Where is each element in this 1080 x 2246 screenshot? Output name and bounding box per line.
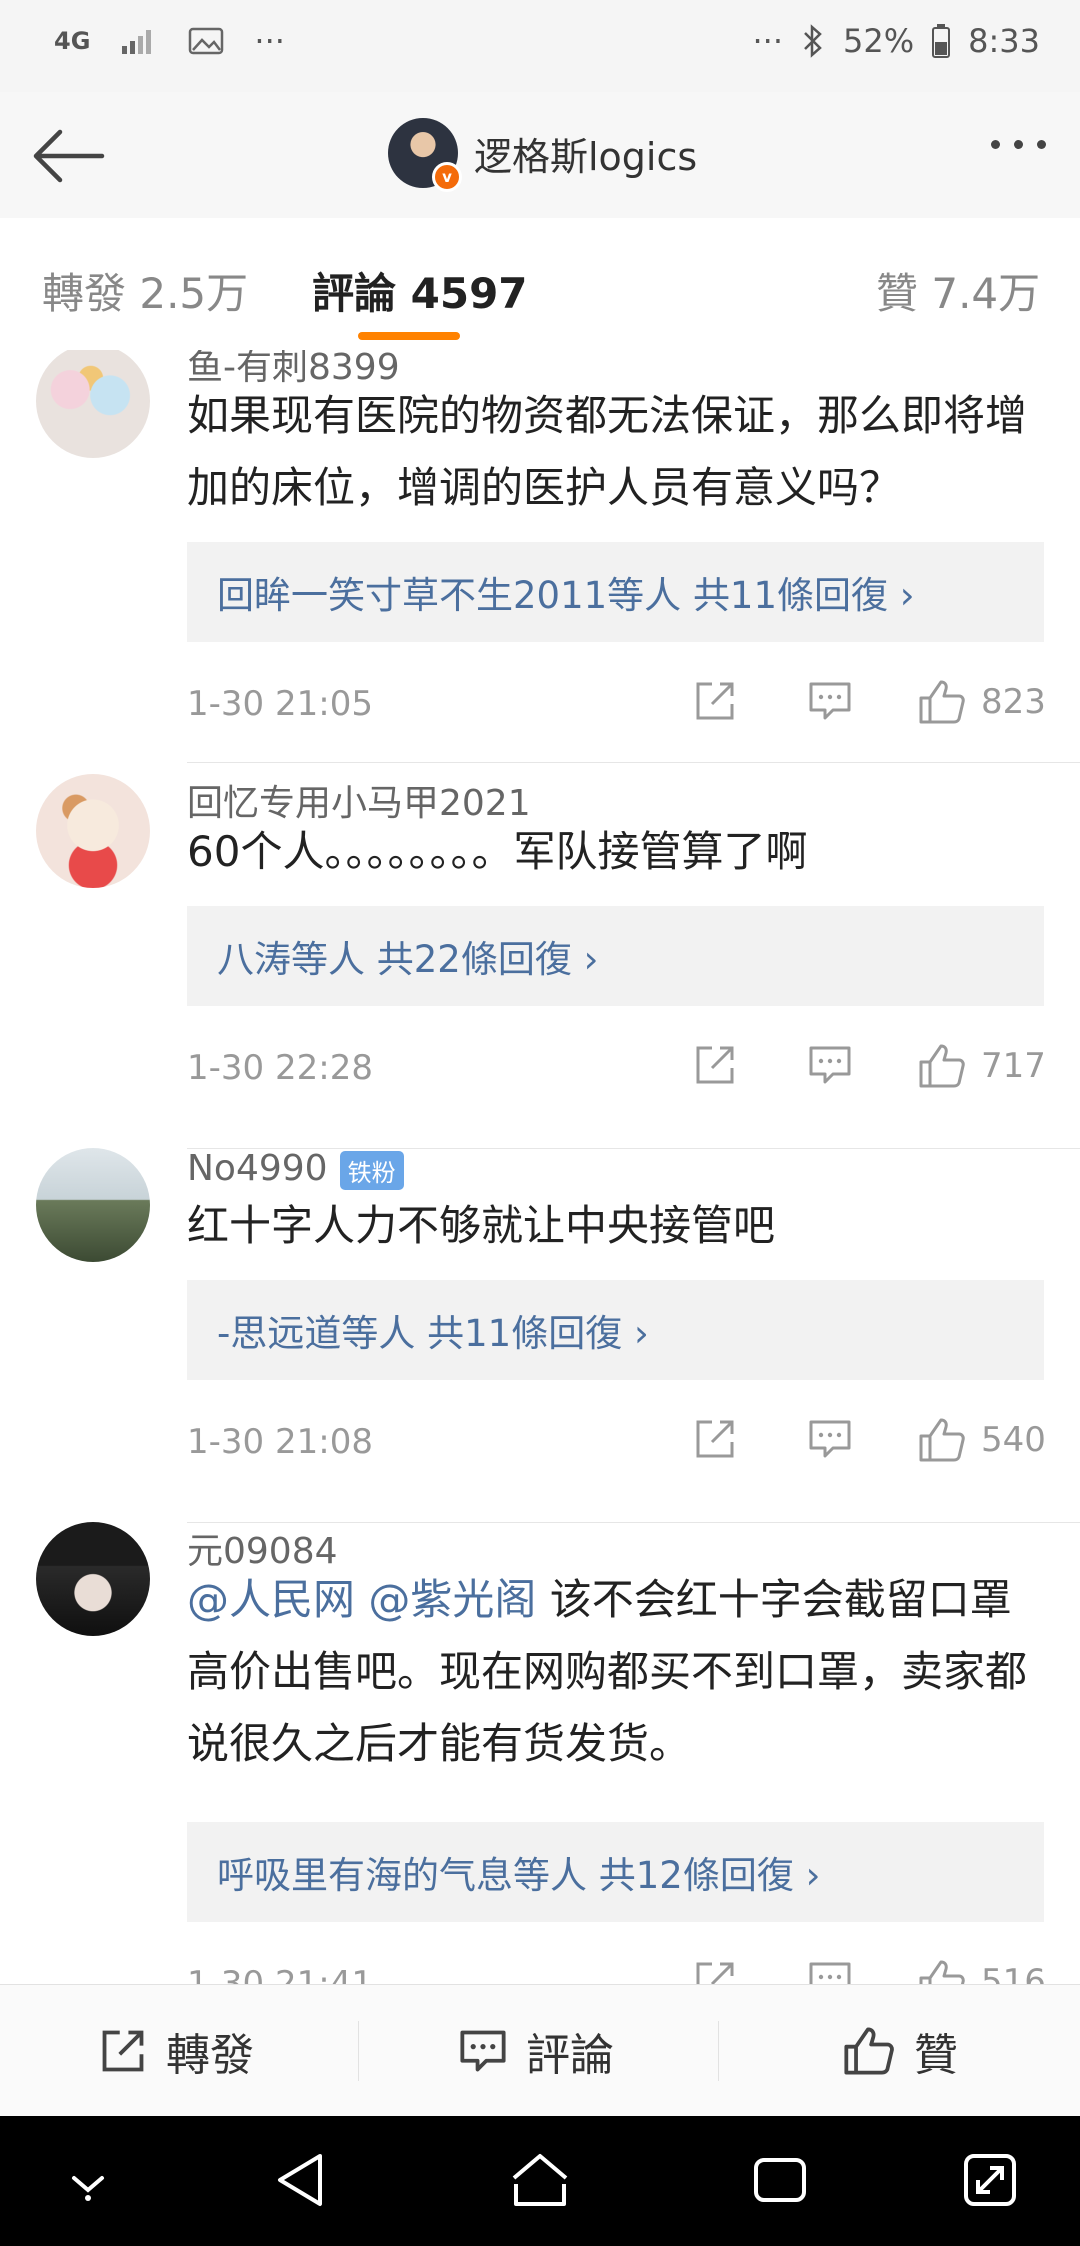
comment-text-block: @人民网 @紫光阁 该不会红十字会截留口罩高价出售吧。现在网购都买不到口罩，卖家… bbox=[187, 1564, 1047, 1780]
more-options-icon[interactable] bbox=[991, 140, 1046, 149]
tab-comments[interactable]: 評論 4597 bbox=[312, 260, 528, 321]
share-icon[interactable] bbox=[692, 678, 738, 724]
status-more-right: ··· bbox=[752, 22, 784, 60]
profile-avatar[interactable]: v bbox=[388, 118, 462, 192]
network-4g-icon: 4G bbox=[54, 27, 91, 55]
commenter-name[interactable]: No4990 bbox=[187, 1148, 328, 1189]
comment-icon bbox=[460, 2030, 506, 2072]
profile-username[interactable]: 逻格斯logics bbox=[474, 126, 697, 181]
commenter-avatar[interactable] bbox=[36, 774, 150, 888]
active-tab-indicator bbox=[358, 332, 460, 340]
thumbs-up-icon bbox=[919, 680, 965, 724]
home-nav-icon[interactable] bbox=[508, 2150, 572, 2214]
status-bar: 4G ··· ··· 52% 8:33 bbox=[0, 0, 1080, 92]
share-icon[interactable] bbox=[692, 1958, 738, 1984]
comment-meta: 1-30 22:28 717 bbox=[187, 1042, 1046, 1098]
like-button[interactable]: 516 bbox=[917, 1958, 1046, 1984]
like-button[interactable]: 540 bbox=[917, 1416, 1046, 1464]
verified-badge-icon: v bbox=[432, 162, 462, 192]
like-button[interactable]: 717 bbox=[917, 1042, 1046, 1090]
comment-time: 1-30 21:05 bbox=[187, 684, 373, 724]
comment-text: 如果现有医院的物资都无法保证，那么即将增加的床位，增调的医护人员有意义吗？ bbox=[187, 391, 1028, 512]
commenter-avatar[interactable] bbox=[36, 350, 150, 458]
bluetooth-icon bbox=[801, 24, 825, 58]
fan-badge: 铁粉 bbox=[339, 1150, 404, 1190]
commenter-name-row[interactable]: No4990 铁粉 bbox=[187, 1148, 404, 1190]
commenter-avatar[interactable] bbox=[36, 1522, 150, 1636]
thumbs-up-icon bbox=[844, 2027, 894, 2075]
comment-text: 红十字人力不够就让中央接管吧 bbox=[187, 1201, 776, 1250]
replies-names: 八涛等人 bbox=[217, 938, 365, 981]
bottom-action-bar: 轉發 評論 贊 bbox=[0, 1984, 1080, 2117]
battery-percent: 52% bbox=[843, 22, 915, 60]
back-button[interactable] bbox=[28, 116, 108, 196]
like-label: 贊 bbox=[914, 2030, 958, 2081]
like-count: 823 bbox=[981, 682, 1046, 722]
divider bbox=[358, 2021, 359, 2081]
profile-header[interactable]: v 逻格斯logics bbox=[388, 118, 697, 192]
collapse-nav-icon[interactable] bbox=[64, 2164, 112, 2208]
replies-names: 呼吸里有海的气息等人 bbox=[217, 1854, 587, 1897]
comment-list[interactable]: 鱼-有刺8399 如果现有医院的物资都无法保证，那么即将增加的床位，增调的医护人… bbox=[0, 350, 1080, 1984]
mention-link[interactable]: @紫光阁 bbox=[368, 1575, 536, 1624]
thumbs-up-icon bbox=[919, 1418, 965, 1462]
comment-button[interactable]: 評論 bbox=[458, 1985, 614, 2117]
replies-count: 共11條回復 › bbox=[692, 574, 915, 617]
divider bbox=[187, 762, 1080, 763]
repost-button[interactable]: 轉發 bbox=[98, 1985, 254, 2117]
comment-meta: 1-30 21:05 823 bbox=[187, 678, 1046, 734]
image-icon bbox=[188, 26, 224, 56]
comment-time: 1-30 22:28 bbox=[187, 1048, 373, 1088]
battery-icon bbox=[932, 24, 951, 58]
like-post-button[interactable]: 贊 bbox=[842, 1985, 958, 2117]
comment-label: 評論 bbox=[526, 2030, 614, 2081]
comment-meta: 1-30 21:41 516 bbox=[187, 1958, 1046, 1984]
recents-nav-icon[interactable] bbox=[750, 2150, 810, 2214]
share-icon[interactable] bbox=[692, 1042, 738, 1088]
tab-bar: 轉發 2.5万 評論 4597 贊 7.4万 bbox=[0, 218, 1080, 351]
mention-link[interactable]: @人民网 bbox=[187, 1575, 355, 1624]
reply-icon[interactable] bbox=[807, 1416, 853, 1462]
like-count: 516 bbox=[981, 1962, 1046, 1984]
replies-preview[interactable]: 回眸一笑寸草不生2011等人 共11條回復 › bbox=[187, 542, 1044, 642]
status-more-left: ··· bbox=[254, 22, 285, 60]
like-count: 717 bbox=[981, 1046, 1046, 1086]
repost-label: 轉發 bbox=[166, 2030, 254, 2081]
share-icon[interactable] bbox=[692, 1416, 738, 1462]
divider bbox=[718, 2021, 719, 2081]
reply-icon[interactable] bbox=[807, 1958, 853, 1984]
system-navigation-bar bbox=[0, 2116, 1080, 2246]
repost-icon bbox=[102, 2030, 144, 2072]
reply-icon[interactable] bbox=[807, 678, 853, 724]
tab-likes[interactable]: 贊 7.4万 bbox=[876, 260, 1040, 321]
replies-count: 共11條回復 › bbox=[427, 1312, 649, 1355]
commenter-avatar[interactable] bbox=[36, 1148, 150, 1262]
signal-icon bbox=[120, 26, 158, 56]
replies-count: 共22條回復 › bbox=[376, 938, 599, 981]
comment-text: 60个人。。。。。。。。军队接管算了啊 bbox=[187, 827, 808, 876]
replies-names: -思远道等人 bbox=[217, 1312, 416, 1355]
replies-count: 共12條回復 › bbox=[598, 1854, 821, 1897]
back-arrow-icon bbox=[33, 129, 105, 183]
back-nav-icon[interactable] bbox=[272, 2150, 328, 2214]
comment-meta: 1-30 21:08 540 bbox=[187, 1416, 1046, 1472]
replies-preview[interactable]: 八涛等人 共22條回復 › bbox=[187, 906, 1044, 1006]
reply-icon[interactable] bbox=[807, 1042, 853, 1088]
like-button[interactable]: 823 bbox=[917, 678, 1046, 726]
comment-time: 1-30 21:08 bbox=[187, 1422, 373, 1462]
comment-time: 1-30 21:41 bbox=[187, 1964, 373, 1984]
replies-preview[interactable]: 呼吸里有海的气息等人 共12條回復 › bbox=[187, 1822, 1044, 1922]
thumbs-up-icon bbox=[919, 1044, 965, 1088]
expand-nav-icon[interactable] bbox=[960, 2150, 1020, 2214]
tab-repost[interactable]: 轉發 2.5万 bbox=[42, 260, 248, 321]
thumbs-up-icon bbox=[919, 1960, 965, 1984]
top-nav-bar: v 逻格斯logics bbox=[0, 92, 1080, 219]
replies-preview[interactable]: -思远道等人 共11條回復 › bbox=[187, 1280, 1044, 1380]
like-count: 540 bbox=[981, 1420, 1046, 1460]
clock: 8:33 bbox=[968, 22, 1040, 60]
replies-names: 回眸一笑寸草不生2011等人 bbox=[217, 574, 682, 617]
